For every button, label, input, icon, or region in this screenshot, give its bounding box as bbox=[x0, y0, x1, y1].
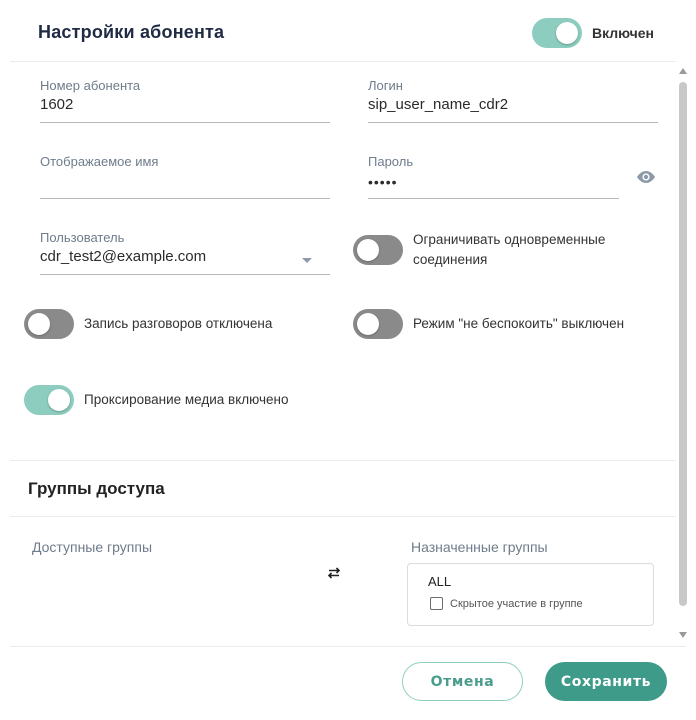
chevron-down-icon[interactable] bbox=[302, 258, 312, 263]
password-field[interactable]: Пароль ••••• bbox=[368, 154, 619, 199]
display-name-field[interactable]: Отображаемое имя bbox=[40, 154, 330, 199]
toggle-knob bbox=[48, 389, 70, 411]
field-value: sip_user_name_cdr2 bbox=[368, 96, 509, 113]
toggle-knob bbox=[357, 313, 379, 335]
eye-icon[interactable] bbox=[634, 168, 658, 186]
recording-label: Запись разговоров отключена bbox=[84, 316, 273, 331]
media-proxy-toggle[interactable] bbox=[24, 385, 74, 415]
login-field[interactable]: Логин sip_user_name_cdr2 bbox=[368, 78, 658, 123]
label-line: соединения bbox=[413, 252, 488, 267]
assigned-groups-list: ALL Скрытое участие в группе bbox=[407, 563, 654, 626]
enabled-label: Включен bbox=[592, 25, 654, 41]
user-select[interactable]: Пользователь cdr_test2@example.com bbox=[40, 230, 330, 275]
hidden-membership-row: Скрытое участие в группе bbox=[430, 597, 583, 610]
hidden-membership-checkbox[interactable] bbox=[430, 597, 443, 610]
label-line: Ограничивать одновременные bbox=[413, 232, 606, 247]
scroll-thumb[interactable] bbox=[679, 82, 687, 606]
field-label: Пользователь bbox=[40, 230, 125, 245]
swap-arrows-icon[interactable] bbox=[326, 566, 342, 580]
dnd-label: Режим "не беспокоить" выключен bbox=[413, 316, 625, 331]
cancel-button[interactable]: Отмена bbox=[402, 662, 523, 701]
group-item-all[interactable]: ALL bbox=[428, 574, 451, 589]
limit-connections-toggle[interactable] bbox=[353, 235, 403, 265]
toggle-knob bbox=[28, 313, 50, 335]
access-groups-title: Группы доступа bbox=[28, 479, 165, 498]
dialog-title: Настройки абонента bbox=[38, 22, 225, 42]
section-divider bbox=[10, 460, 676, 461]
media-proxy-row: Проксирование медиа включено bbox=[24, 385, 288, 415]
dnd-row: Режим "не беспокоить" выключен bbox=[353, 309, 624, 339]
subscriber-settings-dialog: Настройки абонента Включен Номер абонент… bbox=[0, 0, 696, 720]
field-label: Логин bbox=[368, 78, 403, 93]
subscriber-number-field[interactable]: Номер абонента 1602 bbox=[40, 78, 330, 123]
header-divider bbox=[10, 61, 676, 62]
section-divider bbox=[10, 516, 676, 517]
dnd-toggle[interactable] bbox=[353, 309, 403, 339]
enabled-toggle-row: Включен bbox=[532, 18, 654, 48]
field-value: ••••• bbox=[368, 174, 398, 190]
field-label: Номер абонента bbox=[40, 78, 141, 93]
field-label: Отображаемое имя bbox=[40, 154, 159, 169]
toggle-knob bbox=[357, 239, 379, 261]
hidden-membership-label: Скрытое участие в группе bbox=[450, 597, 583, 610]
limit-connections-label: Ограничивать одновременные соединения bbox=[413, 230, 605, 270]
footer-divider bbox=[10, 646, 686, 647]
recording-toggle[interactable] bbox=[24, 309, 74, 339]
recording-row: Запись разговоров отключена bbox=[24, 309, 272, 339]
scroll-up-icon[interactable] bbox=[679, 68, 687, 74]
media-proxy-label: Проксирование медиа включено bbox=[84, 392, 289, 407]
field-value: 1602 bbox=[40, 96, 74, 113]
assigned-groups-label: Назначенные группы bbox=[411, 539, 548, 555]
field-label: Пароль bbox=[368, 154, 414, 169]
limit-connections-row: Ограничивать одновременные соединения bbox=[353, 230, 605, 270]
field-value: cdr_test2@example.com bbox=[40, 248, 207, 265]
toggle-knob bbox=[556, 22, 578, 44]
save-button[interactable]: Сохранить bbox=[545, 662, 667, 701]
available-groups-label: Доступные группы bbox=[32, 539, 153, 555]
scroll-down-icon[interactable] bbox=[679, 632, 687, 638]
enabled-toggle[interactable] bbox=[532, 18, 582, 48]
